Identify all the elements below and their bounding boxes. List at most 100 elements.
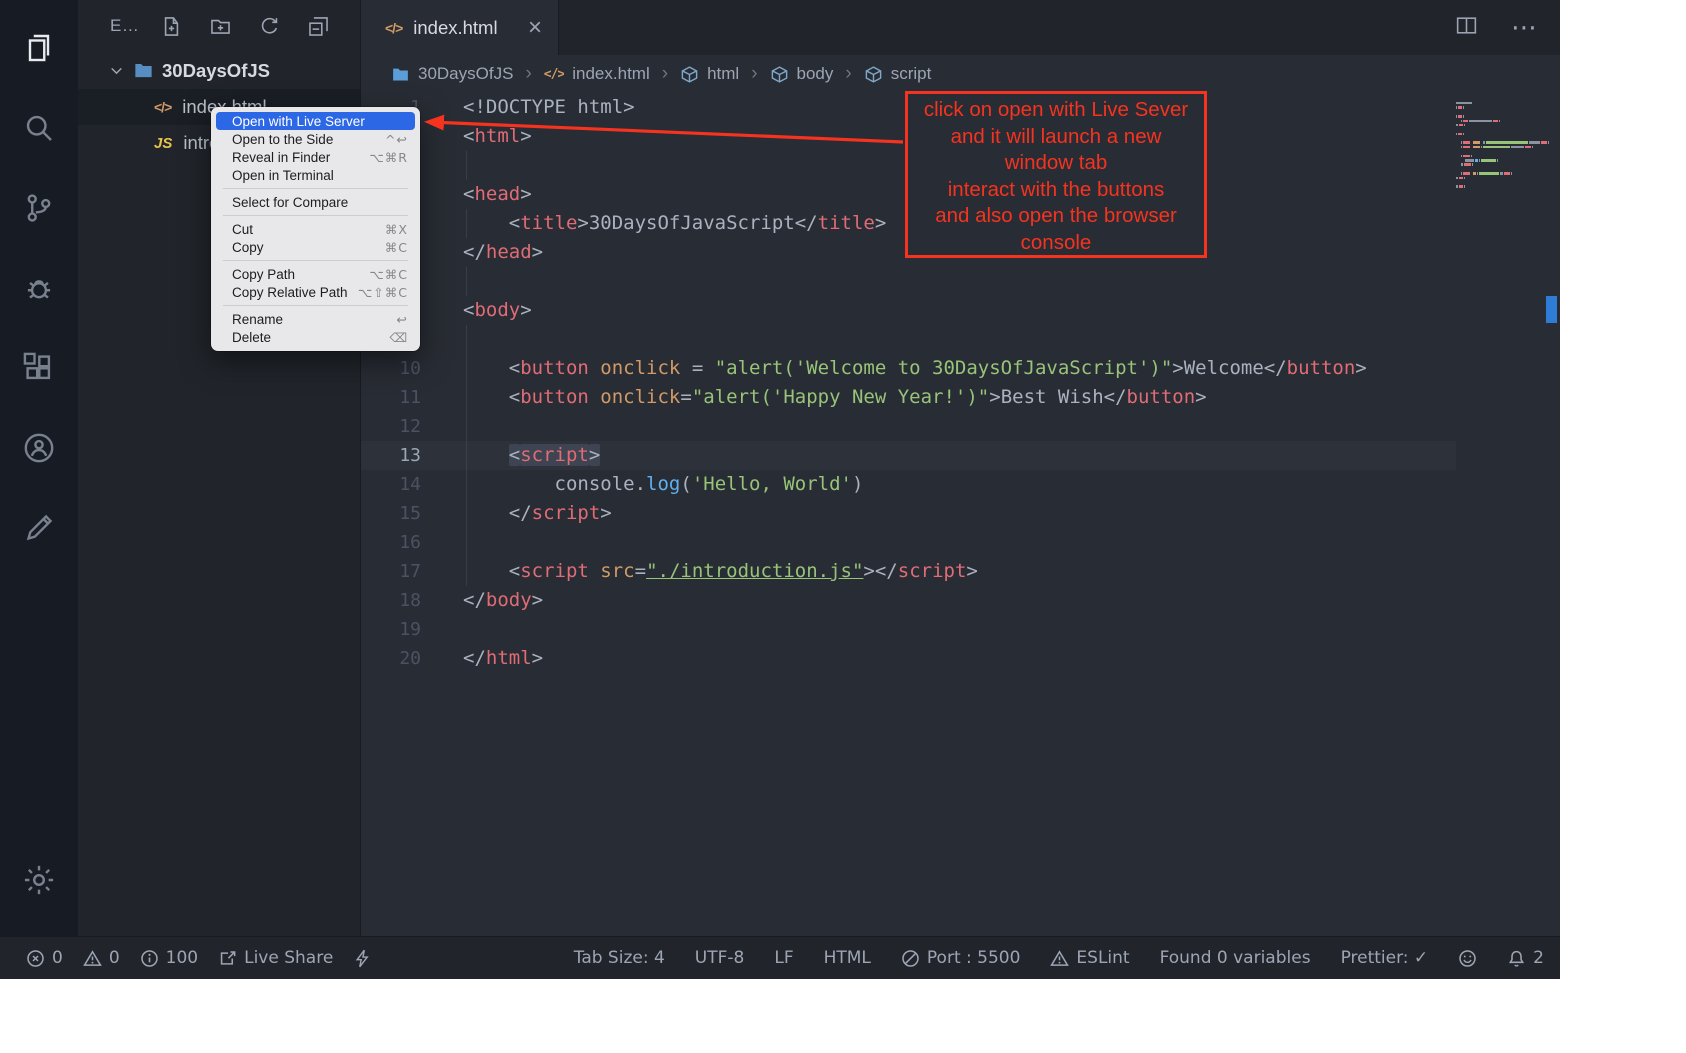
line-text — [421, 325, 463, 354]
status-port-5500[interactable]: Port : 5500 — [901, 948, 1021, 968]
status-tab-size-4[interactable]: Tab Size: 4 — [574, 948, 665, 968]
activity-live-share[interactable] — [0, 410, 78, 490]
code-line-4: 4<head> — [361, 180, 1456, 209]
activity-explorer[interactable] — [0, 10, 78, 90]
cube-icon — [770, 65, 789, 84]
line-number: 16 — [361, 528, 421, 557]
breadcrumb-item-script[interactable]: script — [864, 64, 932, 84]
status-label: Live Share — [244, 948, 333, 968]
bolt-icon — [353, 949, 372, 968]
feedback-icon — [21, 510, 57, 551]
line-number: 15 — [361, 499, 421, 528]
code-line-17: 17 <script src="./introduction.js"></scr… — [361, 557, 1456, 586]
files-icon — [21, 30, 57, 71]
cube-icon — [680, 65, 699, 84]
line-text: <button onclick="alert('Happy New Year!'… — [421, 383, 1207, 412]
status-bar: 00 100 Live Share Tab Size: 4 UTF-8 LF HTML Po… — [0, 936, 1560, 979]
status-label: UTF-8 — [695, 948, 745, 968]
menu-item-open-to-the-side[interactable]: Open to the Side^↩ — [216, 130, 415, 148]
status-utf-8[interactable]: UTF-8 — [695, 948, 745, 968]
port-icon — [901, 949, 920, 968]
line-number: 17 — [361, 557, 421, 586]
breadcrumb-label: 30DaysOfJS — [418, 64, 513, 84]
status-2[interactable]: 2 — [1507, 948, 1544, 968]
line-number: 13 — [361, 441, 421, 470]
status-bolt[interactable] — [353, 949, 372, 968]
menu-item-shortcut: ⌘X — [385, 222, 408, 237]
status-label: Port : 5500 — [927, 948, 1021, 968]
more-actions-icon[interactable]: ⋯ — [1511, 13, 1538, 43]
menu-item-label: Open to the Side — [232, 132, 333, 147]
line-number: 14 — [361, 470, 421, 499]
line-text: </body> — [421, 586, 543, 615]
menu-item-rename[interactable]: Rename↩ — [216, 310, 415, 328]
line-text: <!DOCTYPE html> — [421, 93, 635, 122]
editor-group: </> index.html × ⋯ 30DaysOfJS › </>index.h… — [360, 0, 1560, 936]
status-prettier[interactable]: Prettier: ✓ — [1341, 948, 1429, 968]
tab-bar: </> index.html × ⋯ — [361, 0, 1560, 55]
breadcrumb-item-30daysofjs[interactable]: 30DaysOfJS — [391, 64, 513, 84]
status-found-0-variables[interactable]: Found 0 variables — [1160, 948, 1311, 968]
folder-icon — [133, 60, 154, 81]
breadcrumb-label: html — [707, 64, 739, 84]
menu-item-label: Reveal in Finder — [232, 150, 330, 165]
menu-separator — [223, 188, 408, 189]
status-eslint[interactable]: ESLint — [1050, 948, 1129, 968]
menu-item-label: Copy Relative Path — [232, 285, 348, 300]
menu-item-select-for-compare[interactable]: Select for Compare — [216, 193, 415, 211]
menu-item-open-with-live-server[interactable]: Open with Live Server — [216, 112, 415, 130]
status-lf[interactable]: LF — [774, 948, 793, 968]
activity-run-debug[interactable] — [0, 250, 78, 330]
activity-settings[interactable] — [0, 842, 78, 922]
activity-source-control[interactable] — [0, 170, 78, 250]
code-line-7: 7 — [361, 267, 1456, 296]
line-text: </html> — [421, 644, 543, 673]
status-0[interactable]: 0 — [26, 948, 63, 968]
menu-item-delete[interactable]: Delete⌫ — [216, 328, 415, 346]
status-label: 0 — [52, 948, 63, 968]
warning-icon — [83, 949, 102, 968]
line-text: <title>30DaysOfJavaScript</title> — [421, 209, 886, 238]
tab-index-html[interactable]: </> index.html × — [361, 0, 559, 55]
minimap[interactable] — [1456, 101, 1544, 189]
breadcrumb-item-html[interactable]: html — [680, 64, 739, 84]
folder-row-30daysofjs[interactable]: 30DaysOfJS — [78, 52, 360, 89]
refresh-icon[interactable] — [259, 16, 280, 37]
breadcrumb-item-body[interactable]: body — [770, 64, 834, 84]
breadcrumb-label: index.html — [572, 64, 649, 84]
status-label: LF — [774, 948, 793, 968]
status-smiley[interactable] — [1458, 949, 1477, 968]
menu-item-copy-path[interactable]: Copy Path⌥⌘C — [216, 265, 415, 283]
collapse-all-icon[interactable] — [308, 16, 329, 37]
breadcrumb-item-index-html[interactable]: </>index.html — [544, 60, 650, 89]
share-icon — [218, 949, 237, 968]
bell-icon — [1507, 949, 1526, 968]
status-html[interactable]: HTML — [824, 948, 871, 968]
menu-item-label: Copy — [232, 240, 264, 255]
activity-extensions[interactable] — [0, 330, 78, 410]
activity-feedback[interactable] — [0, 490, 78, 570]
breadcrumb-separator: › — [525, 63, 531, 85]
status-live-share[interactable]: Live Share — [218, 948, 333, 968]
menu-item-cut[interactable]: Cut⌘X — [216, 220, 415, 238]
activity-search[interactable] — [0, 90, 78, 170]
menu-item-open-in-terminal[interactable]: Open in Terminal — [216, 166, 415, 184]
status-label: Tab Size: 4 — [574, 948, 665, 968]
split-editor-icon[interactable] — [1454, 13, 1479, 42]
menu-item-reveal-in-finder[interactable]: Reveal in Finder⌥⌘R — [216, 148, 415, 166]
code-line-3: 3 — [361, 151, 1456, 180]
line-text — [421, 151, 463, 180]
code-editor[interactable]: 1<!DOCTYPE html>2<html>34<head>5 <title>… — [361, 93, 1560, 936]
status-0[interactable]: 0 — [83, 948, 120, 968]
status-100[interactable]: 100 — [140, 948, 198, 968]
menu-item-copy-relative-path[interactable]: Copy Relative Path⌥⇧⌘C — [216, 283, 415, 301]
new-folder-icon[interactable] — [210, 16, 231, 37]
indent-guide — [466, 209, 467, 238]
new-file-icon[interactable] — [161, 16, 182, 37]
git-branch-icon — [21, 190, 57, 231]
smiley-icon — [1458, 949, 1477, 968]
menu-item-copy[interactable]: Copy⌘C — [216, 238, 415, 256]
code-line-16: 16 — [361, 528, 1456, 557]
line-number: 11 — [361, 383, 421, 412]
close-tab-icon[interactable]: × — [528, 16, 542, 40]
